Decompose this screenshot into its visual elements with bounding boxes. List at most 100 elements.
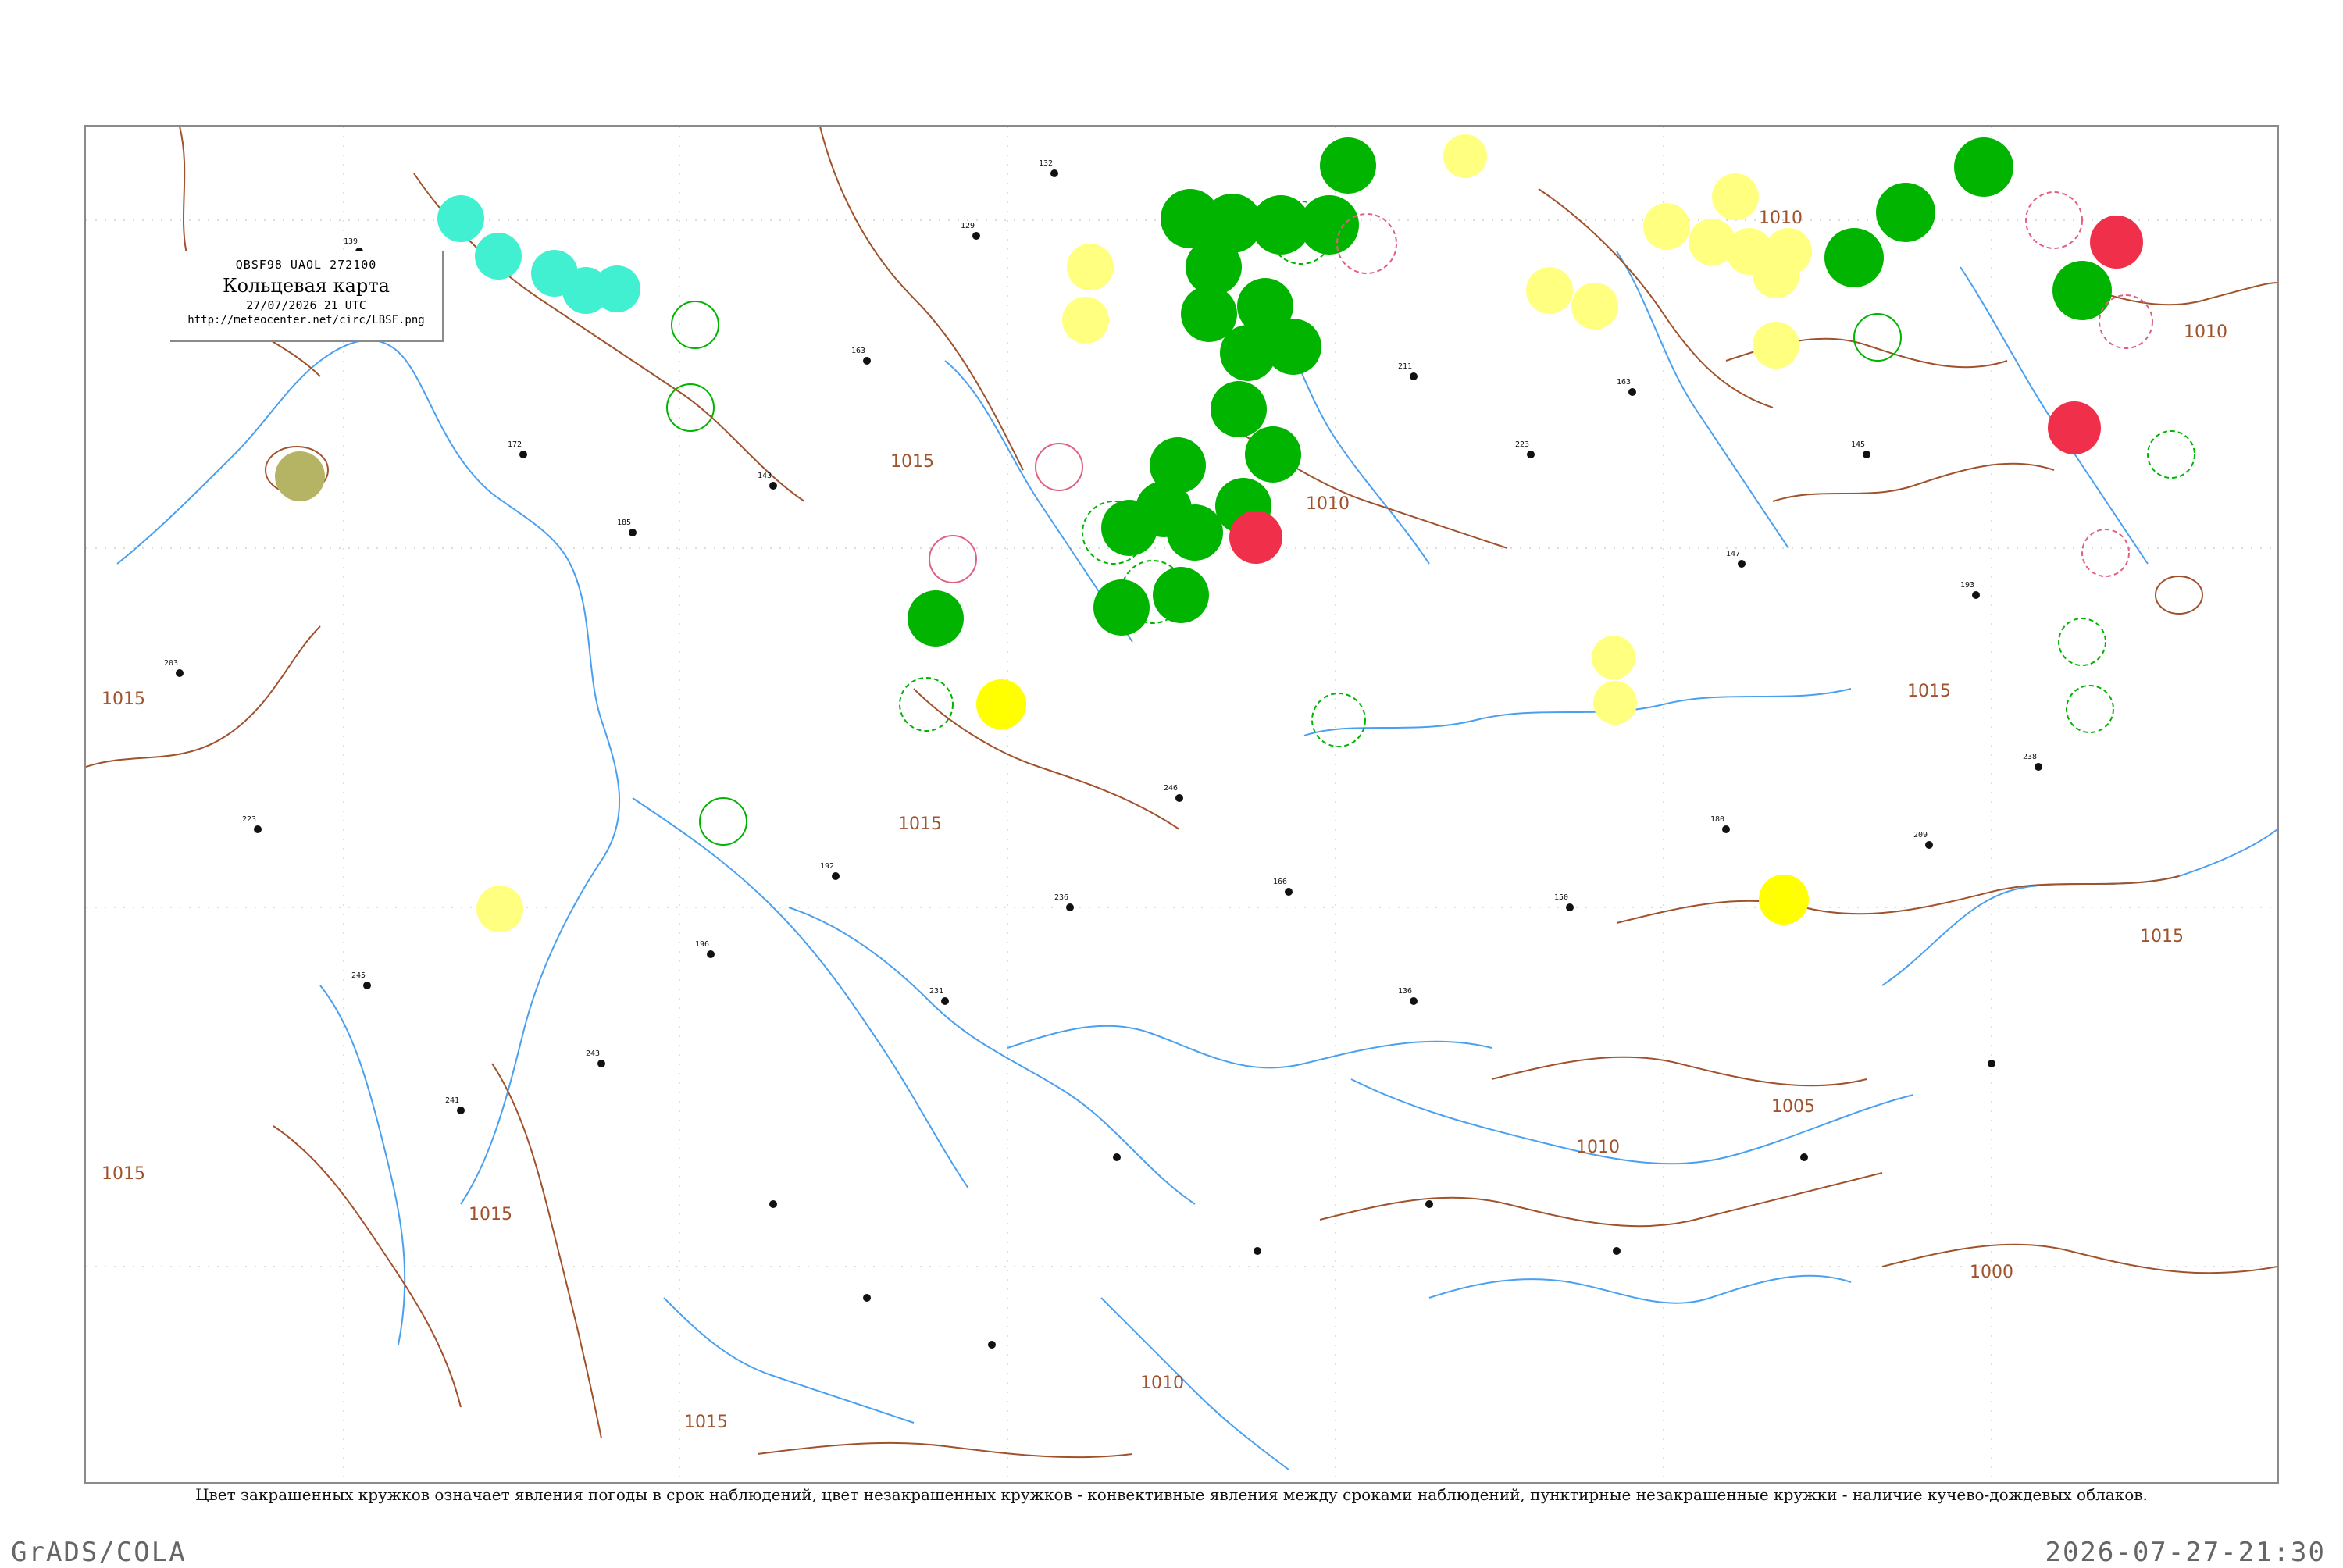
svg-text:231: 231 <box>929 987 943 996</box>
convective-ring-icon <box>1035 443 1083 491</box>
map-url: http://meteocenter.net/circ/LBSF.png <box>187 314 425 326</box>
heavy-precip-circle-icon <box>2048 401 2101 454</box>
isobar-label: 1015 <box>102 1164 145 1184</box>
svg-text:143: 143 <box>758 472 772 480</box>
svg-text:243: 243 <box>586 1049 600 1058</box>
cb-dashed-ring-icon <box>2147 430 2195 479</box>
isobar-label: 1015 <box>102 690 145 709</box>
thunderstorm-circle-icon <box>1211 381 1267 437</box>
rain-circle-icon <box>1753 322 1799 369</box>
cb-dashed-ring-icon <box>899 677 954 732</box>
rain-circle-icon <box>1443 134 1487 178</box>
legend-caption: Цвет закрашенных кружков означает явлени… <box>195 1485 2148 1504</box>
thunderstorm-circle-icon <box>1167 504 1223 561</box>
thunderstorm-circle-icon <box>1954 137 2013 197</box>
fog-circle-icon <box>562 267 609 314</box>
rain-circle-icon <box>1759 875 1809 925</box>
thunderstorm-circle-icon <box>1153 567 1209 623</box>
svg-text:166: 166 <box>1273 878 1287 886</box>
rain-circle-icon <box>1067 244 1114 290</box>
svg-text:139: 139 <box>344 237 358 246</box>
svg-text:132: 132 <box>1039 159 1053 168</box>
svg-text:223: 223 <box>242 815 256 824</box>
convective-ring-icon <box>929 535 977 583</box>
grads-credit: GrADS/COLA <box>11 1537 187 1568</box>
svg-text:136: 136 <box>1398 987 1412 996</box>
svg-text:172: 172 <box>508 440 522 449</box>
svg-text:245: 245 <box>351 971 366 980</box>
map-header: QBSF98 UAOL 272100 Кольцевая карта 27/07… <box>170 251 444 342</box>
cb-dashed-ring-icon <box>2066 685 2114 733</box>
thunderstorm-circle-icon <box>1300 195 1359 255</box>
rain-circle-icon <box>1753 251 1799 298</box>
svg-text:192: 192 <box>820 862 834 871</box>
cb-dashed-ring-icon <box>2081 529 2130 577</box>
rain-circle-icon <box>976 679 1026 729</box>
fog-circle-icon <box>475 233 522 280</box>
svg-text:163: 163 <box>1617 378 1631 387</box>
svg-text:147: 147 <box>1726 550 1740 558</box>
rain-circle-icon <box>1643 203 1690 250</box>
heavy-precip-circle-icon <box>1229 511 1282 564</box>
haze-circle-icon <box>275 451 325 501</box>
rain-circle-icon <box>1712 173 1759 220</box>
synoptic-map: 1010 1015 1015 1015 1015 1010 1010 1015 … <box>84 125 2279 1484</box>
isobar-label: 1015 <box>890 452 934 472</box>
svg-text:163: 163 <box>851 347 865 355</box>
thunderstorm-circle-icon <box>2052 261 2112 320</box>
rain-circle-icon <box>1593 681 1637 725</box>
isobar-label: 1010 <box>2184 323 2227 342</box>
heavy-precip-circle-icon <box>2090 216 2143 269</box>
svg-text:145: 145 <box>1851 440 1865 449</box>
rain-circle-icon <box>476 886 523 932</box>
isobar-label: 1015 <box>898 814 942 834</box>
bulletin-code: QBSF98 UAOL 272100 <box>235 258 377 272</box>
map-title: Кольцевая карта <box>223 275 390 297</box>
station-numbers: 197139172 185143163 129132211 223163147 … <box>164 159 2037 1105</box>
isobar-label: 1010 <box>1759 208 1803 228</box>
convective-ring-icon <box>671 301 719 349</box>
isobar-label: 1015 <box>1907 682 1951 701</box>
convective-ring-icon <box>1853 313 1902 362</box>
svg-text:180: 180 <box>1710 815 1724 824</box>
svg-text:211: 211 <box>1398 362 1412 371</box>
weather-circles <box>275 134 2195 932</box>
svg-text:241: 241 <box>445 1096 459 1105</box>
isobar-label: 1015 <box>684 1413 728 1432</box>
rain-circle-icon <box>1062 297 1109 344</box>
svg-text:185: 185 <box>617 519 631 527</box>
svg-text:203: 203 <box>164 659 178 668</box>
thunderstorm-circle-icon <box>1265 319 1321 375</box>
isobar-label: 1010 <box>1306 494 1350 514</box>
svg-text:238: 238 <box>2023 753 2037 761</box>
convective-ring-icon <box>666 383 715 432</box>
rain-circle-icon <box>1526 267 1573 314</box>
svg-text:196: 196 <box>695 940 709 949</box>
isobar-label: 1010 <box>1140 1374 1184 1393</box>
cb-dashed-ring-icon <box>2058 618 2106 666</box>
render-timestamp: 2026-07-27-21:30 <box>2045 1537 2326 1568</box>
thunderstorm-circle-icon <box>1320 137 1376 194</box>
svg-text:193: 193 <box>1960 581 1974 590</box>
isobar-label: 1010 <box>1576 1138 1620 1157</box>
svg-text:223: 223 <box>1515 440 1529 449</box>
thunderstorm-circle-icon <box>908 590 964 647</box>
svg-text:150: 150 <box>1554 893 1568 902</box>
isobar-label: 1015 <box>469 1205 512 1224</box>
fog-circle-icon <box>437 195 484 242</box>
svg-text:236: 236 <box>1054 893 1068 902</box>
svg-text:246: 246 <box>1164 784 1178 793</box>
rain-circle-icon <box>1571 283 1618 330</box>
isobar-label: 1015 <box>2140 927 2184 946</box>
thunderstorm-circle-icon <box>1101 500 1157 556</box>
cb-dashed-ring-icon <box>1311 693 1366 747</box>
rain-circle-icon <box>1592 636 1635 679</box>
map-time: 27/07/2026 21 UTC <box>246 298 366 312</box>
isobar-label: 1000 <box>1970 1263 2013 1282</box>
thunderstorm-circle-icon <box>1824 228 1884 287</box>
svg-text:209: 209 <box>1913 831 1928 839</box>
thunderstorm-circle-icon <box>1245 426 1301 483</box>
thunderstorm-circle-icon <box>1876 183 1935 242</box>
svg-text:129: 129 <box>961 222 975 230</box>
convective-ring-icon <box>699 797 747 846</box>
